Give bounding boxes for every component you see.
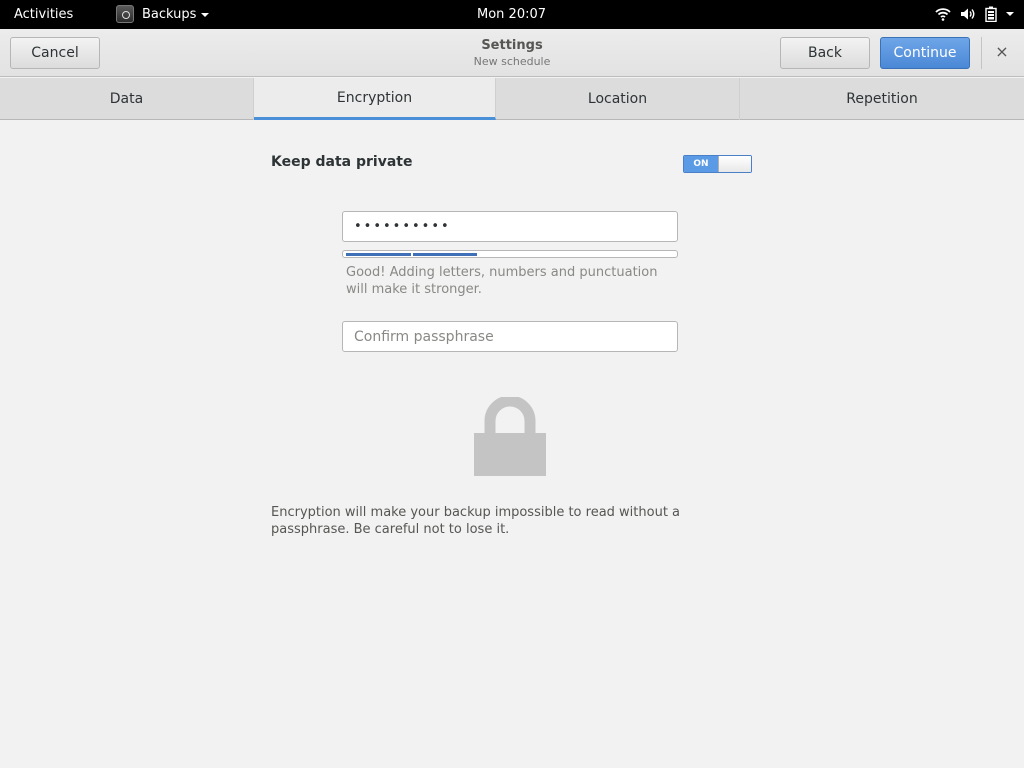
battery-icon xyxy=(985,6,997,22)
backups-app-icon xyxy=(116,5,134,23)
keep-private-label: Keep data private xyxy=(271,154,413,170)
strength-bar-divider xyxy=(411,252,413,257)
window-title: Settings xyxy=(481,38,543,53)
confirm-passphrase-field[interactable] xyxy=(342,321,678,352)
tab-repetition[interactable]: Repetition xyxy=(740,78,1024,120)
tab-location[interactable]: Location xyxy=(496,78,740,120)
app-menu-label: Backups xyxy=(142,6,197,22)
passphrase-input[interactable]: •••••••••• xyxy=(342,211,678,242)
continue-button[interactable]: Continue xyxy=(880,37,970,69)
system-tray[interactable] xyxy=(935,6,1014,22)
chevron-down-icon xyxy=(1006,11,1014,17)
lock-icon xyxy=(474,395,546,476)
top-panel: Activities Backups Mon 20:07 xyxy=(0,0,1024,29)
tab-encryption[interactable]: Encryption xyxy=(254,78,496,120)
keep-private-switch[interactable]: ON xyxy=(683,155,752,173)
strength-hint: Good! Adding letters, numbers and punctu… xyxy=(346,265,658,297)
switch-on-label: ON xyxy=(684,156,718,172)
back-button[interactable]: Back xyxy=(780,37,870,69)
passphrase-strength-bar xyxy=(342,250,678,258)
app-menu[interactable]: Backups xyxy=(116,5,210,23)
tab-data[interactable]: Data xyxy=(0,78,254,120)
header-bar: Cancel Settings New schedule Back Contin… xyxy=(0,29,1024,77)
activities-button[interactable]: Activities xyxy=(14,7,73,22)
wifi-icon xyxy=(935,7,951,21)
header-separator xyxy=(981,37,982,69)
chevron-down-icon xyxy=(201,13,210,17)
volume-icon xyxy=(960,7,976,21)
clock[interactable]: Mon 20:07 xyxy=(477,7,546,22)
switch-knob[interactable] xyxy=(718,156,751,172)
tab-bar: Data Encryption Location Repetition xyxy=(0,78,1024,120)
window-subtitle: New schedule xyxy=(473,55,551,68)
close-icon[interactable]: × xyxy=(993,43,1011,61)
encryption-explanation: Encryption will make your backup impossi… xyxy=(271,505,681,537)
